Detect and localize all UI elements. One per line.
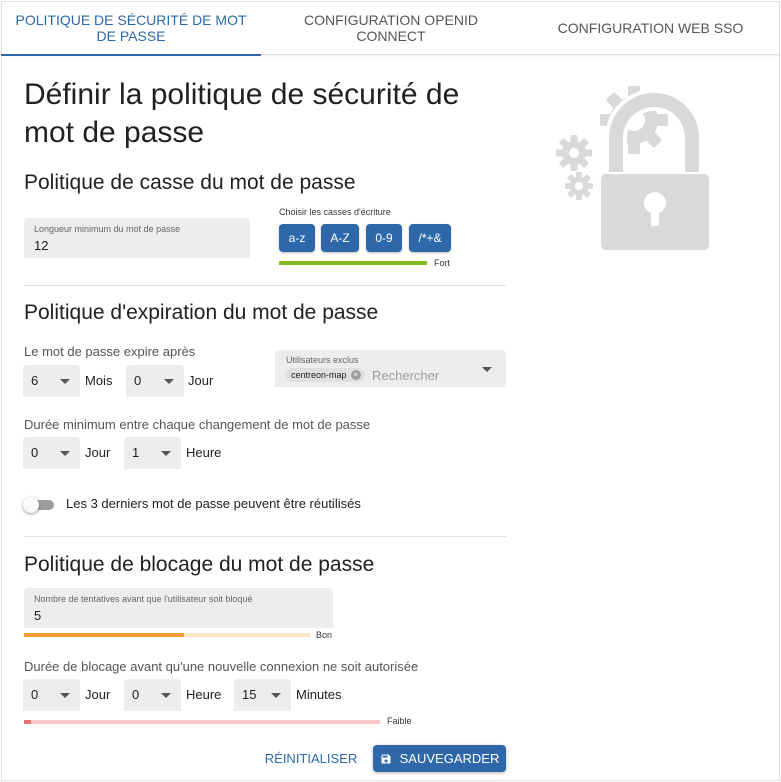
- arrow-drop-down-icon: [60, 693, 70, 698]
- arrow-drop-down-icon: [60, 379, 70, 384]
- block-duration-label: Durée de blocage avant qu'une nouvelle c…: [24, 659, 419, 674]
- min-change-hours-value: 1: [132, 445, 140, 460]
- expiry-days-select[interactable]: 0: [126, 365, 184, 397]
- expiration-policy-title: Politique d'expiration du mot de passe: [24, 301, 379, 324]
- arrow-drop-down-icon: [60, 451, 70, 456]
- reuse-passwords-label: Les 3 derniers mot de passe peuvent être…: [66, 496, 361, 511]
- block-hours-select[interactable]: 0: [124, 679, 181, 711]
- attempts-value[interactable]: 5: [34, 608, 41, 623]
- divider: [24, 536, 506, 537]
- numbers-button[interactable]: 0-9: [366, 224, 402, 252]
- arrow-drop-down-icon: [161, 693, 171, 698]
- attempts-strength-bar: [24, 633, 310, 637]
- save-button[interactable]: SAUVEGARDER: [373, 745, 506, 772]
- blocking-policy-title: Politique de blocage du mot de passe: [24, 553, 375, 576]
- expiry-months-select[interactable]: 6: [23, 365, 80, 397]
- tab-openid-connect[interactable]: CONFIGURATION OPENID CONNECT: [261, 0, 521, 55]
- page-title: Définir la politique de sécurité de mot …: [24, 78, 460, 149]
- min-change-days-unit: Jour: [85, 445, 111, 460]
- block-days-value: 0: [31, 687, 39, 702]
- case-strength-bar: [279, 261, 427, 265]
- save-button-label: SAUVEGARDER: [399, 751, 500, 766]
- arrow-drop-down-icon[interactable]: [482, 367, 492, 372]
- toggle-thumb: [23, 497, 39, 513]
- expiry-months-value: 6: [31, 373, 39, 388]
- case-strength-bar-fill: [279, 261, 427, 265]
- save-icon: [381, 754, 391, 763]
- duration-strength-label: Faible: [387, 716, 412, 726]
- reset-button[interactable]: RÉINITIALISER: [262, 746, 360, 770]
- tab-bar: POLITIQUE DE SÉCURITÉ DE MOT DE PASSE CO…: [1, 0, 780, 56]
- reuse-passwords-toggle[interactable]: [23, 497, 57, 513]
- days-unit-label: Jour: [188, 373, 214, 388]
- arrow-drop-down-icon: [161, 451, 171, 456]
- clear-icon[interactable]: ×: [350, 370, 361, 380]
- expiry-days-value: 0: [134, 373, 142, 388]
- block-hours-unit: Heure: [186, 687, 222, 702]
- excluded-users-search-input[interactable]: [372, 367, 482, 383]
- duration-strength-bar-fill: [24, 720, 32, 724]
- special-chars-button[interactable]: /*+&: [409, 224, 451, 252]
- duration-strength-bar: [24, 720, 380, 724]
- block-hours-value: 0: [132, 687, 140, 702]
- lock-gears-illustration: [556, 86, 711, 252]
- block-minutes-value: 15: [242, 687, 257, 702]
- expires-after-label: Le mot de passe expire après: [24, 344, 196, 359]
- min-length-label: Longueur minimum du mot de passe: [34, 224, 181, 234]
- min-change-days-select[interactable]: 0: [23, 437, 80, 469]
- case-strength-label: Fort: [434, 258, 451, 268]
- divider: [24, 285, 506, 286]
- cases-label: Choisir les casses d'écriture: [279, 207, 391, 217]
- tab-web-sso[interactable]: CONFIGURATION WEB SSO: [521, 0, 780, 55]
- min-length-field[interactable]: Longueur minimum du mot de passe 12: [24, 218, 250, 258]
- block-minutes-select[interactable]: 15: [234, 679, 291, 711]
- arrow-drop-down-icon: [164, 379, 174, 384]
- block-minutes-unit: Minutes: [296, 687, 342, 702]
- attempts-field[interactable]: Nombre de tentatives avant que l'utilisa…: [24, 588, 333, 628]
- min-change-days-value: 0: [31, 445, 39, 460]
- user-chip[interactable]: centreon-map ×: [285, 368, 365, 382]
- uppercase-button[interactable]: A-Z: [321, 224, 359, 252]
- attempts-strength-label: Bon: [316, 630, 333, 640]
- lowercase-button[interactable]: a-z: [279, 224, 315, 252]
- attempts-strength-bar-fill: [24, 633, 185, 637]
- tab-password-security-policy[interactable]: POLITIQUE DE SÉCURITÉ DE MOT DE PASSE: [1, 0, 261, 56]
- block-days-unit: Jour: [85, 687, 111, 702]
- user-chip-label: centreon-map: [291, 370, 347, 380]
- min-change-label: Durée minimum entre chaque changement de…: [24, 417, 371, 432]
- arrow-drop-down-icon: [271, 693, 281, 698]
- case-policy-title: Politique de casse du mot de passe: [24, 171, 356, 194]
- excluded-users-label: Utilisateurs exclus: [286, 355, 359, 365]
- min-change-hours-unit: Heure: [186, 445, 222, 460]
- min-change-hours-select[interactable]: 1: [124, 437, 181, 469]
- months-unit-label: Mois: [85, 373, 113, 388]
- block-days-select[interactable]: 0: [23, 679, 80, 711]
- min-length-value[interactable]: 12: [34, 238, 48, 253]
- excluded-users-field[interactable]: Utilisateurs exclus centreon-map ×: [275, 350, 506, 387]
- attempts-label: Nombre de tentatives avant que l'utilisa…: [34, 594, 253, 604]
